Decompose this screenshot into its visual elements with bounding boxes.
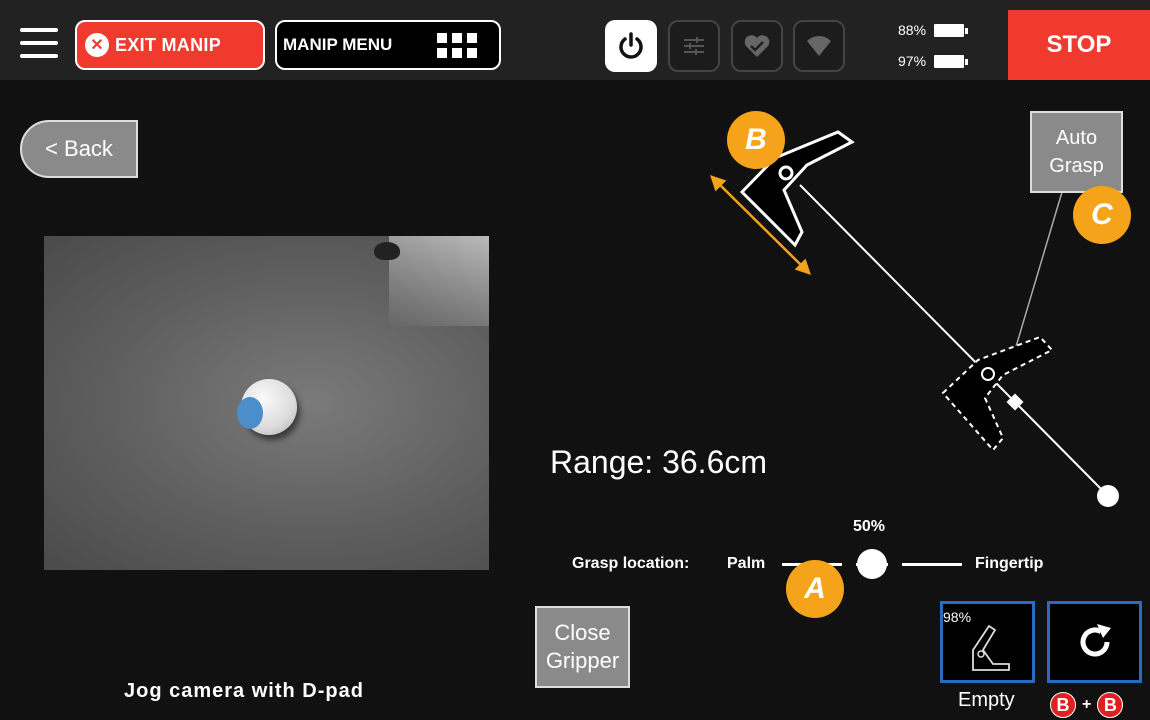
gripper-state-label: Empty (958, 689, 1015, 711)
grasp-min-label: Palm (727, 555, 766, 572)
reset-gripper-button[interactable] (1047, 601, 1142, 683)
battery-icon (934, 54, 969, 68)
back-button[interactable]: < Back (20, 120, 138, 178)
exit-manip-label: EXIT MANIP (115, 34, 222, 55)
camera-object-ball (237, 379, 297, 435)
grasp-max-label: Fingertip (975, 555, 1044, 572)
gripper-current-icon (941, 335, 1054, 452)
health-button[interactable] (731, 20, 783, 72)
badge-a: A (786, 560, 844, 618)
grid-icon (437, 33, 477, 58)
close-circle-icon: ✕ (85, 33, 109, 57)
reset-combo-hint: B + B (1050, 692, 1124, 718)
range-readout: Range: 36.6cm (550, 444, 768, 480)
badge-c: C (1073, 186, 1131, 244)
battery-1-percent: 88% (898, 22, 927, 38)
grasp-location-label: Grasp location: (572, 555, 690, 572)
stop-button[interactable]: STOP (1008, 10, 1150, 80)
controller-b-button-icon: B (1097, 692, 1124, 718)
gripper-icon (972, 624, 1010, 671)
battery-2-percent: 97% (898, 53, 927, 69)
camera-feed[interactable] (44, 236, 489, 570)
wifi-button[interactable] (793, 20, 845, 72)
manip-menu-button[interactable]: MANIP MENU (275, 20, 501, 70)
controller-b-button-icon: B (1050, 692, 1076, 718)
power-icon (619, 32, 643, 59)
gripper-status-button[interactable]: 98% (940, 601, 1035, 683)
auto-grasp-button[interactable]: Auto Grasp (1030, 111, 1123, 193)
menu-icon[interactable] (20, 28, 58, 60)
top-bar: ✕ EXIT MANIP MANIP MENU 88% 97% STOP (0, 0, 1150, 80)
badge-b: B (727, 111, 785, 169)
wifi-icon (807, 36, 831, 56)
settings-button[interactable] (668, 20, 720, 72)
combo-plus: + (1082, 696, 1092, 713)
heart-icon (744, 35, 770, 57)
battery-1-status: 88% (898, 22, 969, 38)
battery-icon (934, 23, 969, 37)
power-button[interactable] (605, 20, 657, 72)
refresh-icon (1080, 624, 1111, 657)
exit-manip-button[interactable]: ✕ EXIT MANIP (75, 20, 265, 70)
camera-hint: Jog camera with D-pad (124, 680, 364, 702)
camera-object-puck (374, 242, 400, 260)
close-gripper-button[interactable]: Close Gripper (535, 606, 630, 688)
sliders-icon (684, 37, 704, 55)
grasp-slider-handle[interactable] (857, 549, 887, 579)
battery-2-status: 97% (898, 53, 969, 69)
manip-menu-label: MANIP MENU (283, 35, 393, 54)
grasp-value: 50% (853, 518, 886, 535)
